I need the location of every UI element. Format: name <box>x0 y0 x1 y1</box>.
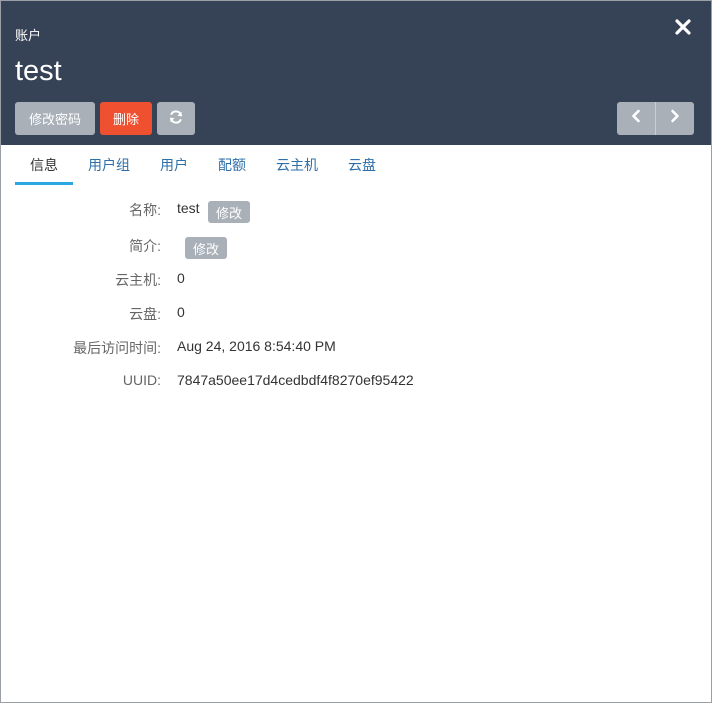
uuid-label: UUID: <box>122 372 161 388</box>
account-detail-panel: 账户 test 修改密码 删除 信息 用户组 用户 配额 云主机 云盘 名称: … <box>0 0 712 703</box>
edit-description-button[interactable]: 修改 <box>185 237 227 259</box>
name-value: test <box>177 200 200 216</box>
info-row-name: 名称: test 修改 <box>1 197 711 223</box>
info-row-vm-count: 云主机: 0 <box>1 267 711 291</box>
detail-tabs: 信息 用户组 用户 配额 云主机 云盘 <box>15 145 391 185</box>
tab-users[interactable]: 用户 <box>145 145 203 185</box>
volume-count-value: 0 <box>177 304 185 320</box>
edit-name-button[interactable]: 修改 <box>208 201 250 223</box>
previous-button[interactable] <box>617 102 655 135</box>
chevron-left-icon <box>630 109 642 128</box>
section-label: 账户 <box>15 28 42 43</box>
page-title: test <box>15 55 62 87</box>
info-row-uuid: UUID: 7847a50ee17d4cedbdf4f8270ef95422 <box>1 369 711 393</box>
tab-vm-instances[interactable]: 云主机 <box>261 145 333 185</box>
close-icon[interactable] <box>673 17 693 37</box>
info-row-last-access: 最后访问时间: Aug 24, 2016 8:54:40 PM <box>1 335 711 359</box>
name-label: 名称: <box>129 202 161 218</box>
change-password-button[interactable]: 修改密码 <box>15 102 95 135</box>
record-navigation <box>617 102 694 135</box>
tab-user-groups[interactable]: 用户组 <box>73 145 145 185</box>
delete-button[interactable]: 删除 <box>100 102 152 135</box>
tab-volumes[interactable]: 云盘 <box>333 145 391 185</box>
panel-header: 账户 test 修改密码 删除 <box>1 1 711 145</box>
description-label: 简介: <box>129 238 161 254</box>
last-access-value: Aug 24, 2016 8:54:40 PM <box>177 338 336 354</box>
uuid-value: 7847a50ee17d4cedbdf4f8270ef95422 <box>177 372 414 388</box>
vm-count-value: 0 <box>177 270 185 286</box>
refresh-button[interactable] <box>157 102 195 135</box>
next-button[interactable] <box>655 102 694 135</box>
last-access-label: 最后访问时间: <box>73 340 161 356</box>
chevron-right-icon <box>669 109 681 128</box>
info-row-volume-count: 云盘: 0 <box>1 301 711 325</box>
tab-info[interactable]: 信息 <box>15 145 73 185</box>
refresh-icon <box>168 109 184 128</box>
vm-count-label: 云主机: <box>115 272 161 288</box>
info-row-description: 简介: 修改 <box>1 233 711 259</box>
tab-quota[interactable]: 配额 <box>203 145 261 185</box>
volume-count-label: 云盘: <box>129 306 161 322</box>
